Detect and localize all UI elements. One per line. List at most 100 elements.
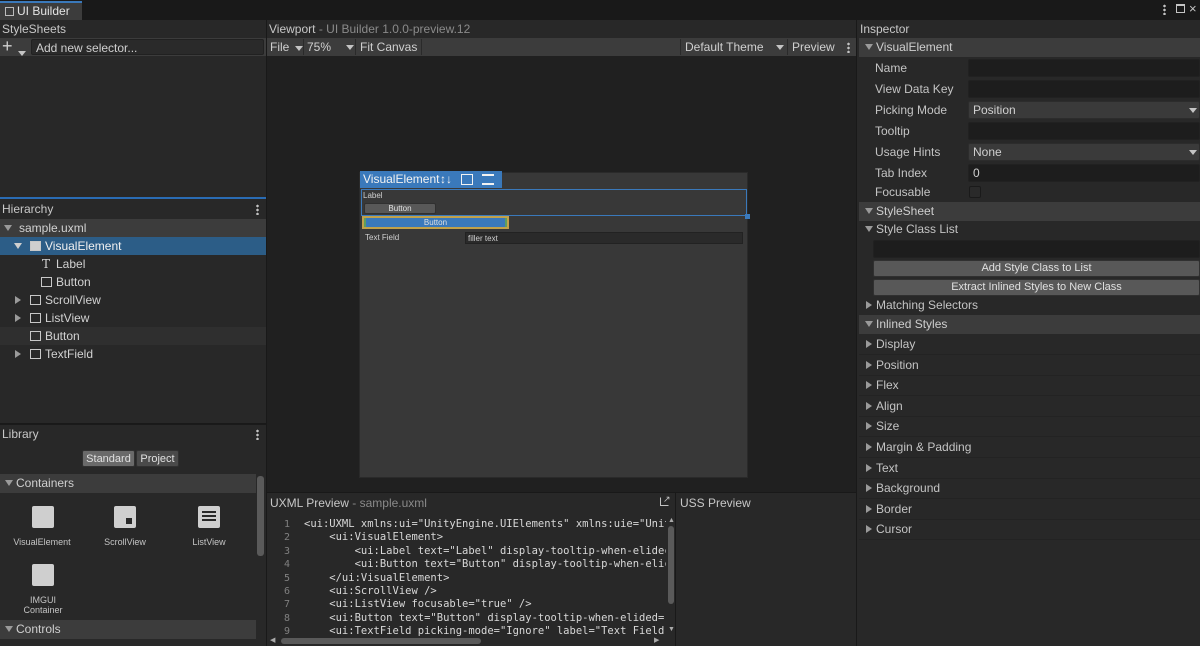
expand-icon[interactable] — [15, 314, 21, 322]
fit-canvas-button[interactable]: Fit Canvas — [355, 39, 423, 55]
canvas-button[interactable]: Button — [364, 203, 436, 214]
foldout-text[interactable]: Text — [859, 458, 1200, 479]
uxml-horizontal-scrollbar[interactable] — [281, 638, 481, 644]
uxml-vertical-scrollbar[interactable] — [668, 526, 674, 604]
viewport-title: Viewport — [269, 22, 316, 36]
imgui-container-library-icon[interactable] — [32, 564, 54, 586]
foldout-border[interactable]: Border — [859, 499, 1200, 520]
style-class-input[interactable] — [873, 240, 1200, 258]
hierarchy-item-button[interactable]: Button — [0, 273, 266, 291]
usage-hints-dropdown[interactable]: None — [968, 143, 1200, 161]
open-external-icon[interactable]: ↗ — [660, 494, 671, 506]
hierarchy-item-label: TextField — [45, 347, 94, 361]
scroll-down-icon[interactable]: ▼ — [668, 626, 675, 633]
picking-mode-label: Picking Mode — [875, 103, 948, 117]
file-menu[interactable]: File — [270, 39, 303, 55]
extract-inlined-styles-button[interactable]: Extract Inlined Styles to New Class — [873, 279, 1200, 296]
canvas-textfield-label: Text Field — [365, 233, 400, 242]
uxml-preview-file: sample.uxml — [359, 496, 427, 510]
library-item-visualelement[interactable]: VisualElement — [2, 537, 82, 547]
library-item-listview[interactable]: ListView — [169, 537, 249, 547]
hierarchy-item-button-2[interactable]: Button — [0, 327, 266, 345]
foldout-expand-icon — [866, 443, 872, 451]
scroll-right-icon[interactable]: ▶ — [654, 636, 659, 644]
scroll-up-icon[interactable]: ▲ — [668, 517, 675, 524]
library-menu-button[interactable] — [256, 429, 259, 440]
hierarchy-item-textfield[interactable]: TextField — [0, 345, 266, 363]
close-icon[interactable]: × — [1189, 1, 1197, 16]
style-class-list-foldout[interactable]: Style Class List — [859, 219, 1200, 239]
resize-handle[interactable] — [745, 214, 750, 219]
foldout-background[interactable]: Background — [859, 478, 1200, 499]
foldout-align[interactable]: Align — [859, 396, 1200, 417]
zoom-dropdown[interactable]: 75% — [303, 39, 355, 55]
uxml-sep: - — [352, 496, 360, 510]
listview-glyph — [202, 511, 216, 513]
hierarchy-item-label[interactable]: T Label — [0, 255, 266, 273]
uxml-code[interactable]: <ui:UXML xmlns:ui="UnityEngine.UIElement… — [304, 518, 666, 636]
section-inlined-styles[interactable]: Inlined Styles — [859, 315, 1200, 334]
justify-icon[interactable] — [482, 174, 494, 185]
line-number: 4 — [283, 559, 290, 571]
selected-element-tag[interactable]: VisualElement ↕↓ — [360, 171, 502, 188]
usage-hints-value: None — [973, 145, 1002, 159]
tooltip-input[interactable] — [968, 122, 1200, 140]
window-tab[interactable]: UI Builder — [0, 1, 82, 20]
foldout-position[interactable]: Position — [859, 355, 1200, 376]
hierarchy-item-visualelement[interactable]: VisualElement — [0, 237, 266, 255]
theme-dropdown[interactable]: Default Theme — [680, 39, 786, 55]
hierarchy-menu-button[interactable] — [256, 204, 259, 215]
code-line: <ui:Button text="Button" display-tooltip… — [304, 611, 666, 624]
visual-element-library-icon[interactable] — [32, 506, 54, 528]
label-icon: T — [42, 257, 51, 271]
align-icon[interactable] — [461, 174, 473, 185]
canvas-button-2[interactable]: Button — [362, 216, 509, 229]
canvas-label[interactable]: Label — [363, 191, 383, 200]
viewport-menu-button[interactable] — [847, 42, 850, 53]
section-visual-element[interactable]: VisualElement — [859, 38, 1200, 57]
matching-selectors-foldout[interactable]: Matching Selectors — [859, 295, 1200, 315]
foldout-expand-icon — [866, 464, 872, 472]
canvas-textfield-input[interactable]: filler text — [465, 232, 743, 244]
library-scrollbar[interactable] — [257, 476, 264, 556]
button-icon — [30, 331, 41, 341]
library-item-scrollview[interactable]: ScrollView — [85, 537, 165, 547]
expand-icon[interactable] — [14, 243, 22, 249]
line-number: 5 — [283, 572, 290, 584]
controls-section[interactable]: Controls — [0, 620, 256, 639]
foldout-margin-padding[interactable]: Margin & Padding — [859, 437, 1200, 458]
flex-direction-icon[interactable]: ↕↓ — [440, 171, 452, 188]
add-stylesheet-button[interactable]: + — [2, 36, 13, 56]
preview-toggle[interactable]: Preview — [787, 39, 841, 55]
scrollview-library-icon[interactable] — [114, 506, 136, 528]
hierarchy-item-scrollview[interactable]: ScrollView — [0, 291, 266, 309]
containers-section[interactable]: Containers — [0, 474, 256, 493]
root-expand-icon[interactable] — [4, 225, 12, 231]
expand-icon[interactable] — [15, 350, 21, 358]
maximize-icon[interactable] — [1176, 4, 1185, 13]
name-input[interactable] — [968, 59, 1200, 77]
picking-mode-dropdown[interactable]: Position — [968, 101, 1200, 119]
focusable-checkbox[interactable] — [969, 186, 981, 198]
view-data-key-input[interactable] — [968, 80, 1200, 98]
hierarchy-item-listview[interactable]: ListView — [0, 309, 266, 327]
tab-index-input[interactable]: 0 — [968, 164, 1200, 182]
add-selector-input[interactable]: Add new selector... — [31, 39, 264, 55]
hierarchy-root-row[interactable]: sample.uxml — [0, 219, 266, 237]
expand-icon[interactable] — [15, 296, 21, 304]
foldout-flex[interactable]: Flex — [859, 375, 1200, 396]
selected-element-name: VisualElement — [363, 172, 440, 186]
window-menu-button[interactable] — [1163, 4, 1166, 15]
foldout-cursor[interactable]: Cursor — [859, 519, 1200, 540]
hierarchy-item-label: Label — [56, 257, 86, 271]
library-tab-standard[interactable]: Standard — [82, 450, 135, 467]
uss-preview-panel — [676, 493, 856, 646]
add-dropdown-icon[interactable] — [18, 45, 26, 59]
library-item-imgui-container[interactable]: IMGUI Container — [13, 595, 73, 615]
add-style-class-button[interactable]: Add Style Class to List — [873, 260, 1200, 277]
listview-library-icon[interactable] — [198, 506, 220, 528]
library-tab-project[interactable]: Project — [136, 450, 179, 467]
foldout-display[interactable]: Display — [859, 334, 1200, 355]
foldout-size[interactable]: Size — [859, 416, 1200, 437]
scroll-left-icon[interactable]: ◀ — [270, 636, 275, 644]
